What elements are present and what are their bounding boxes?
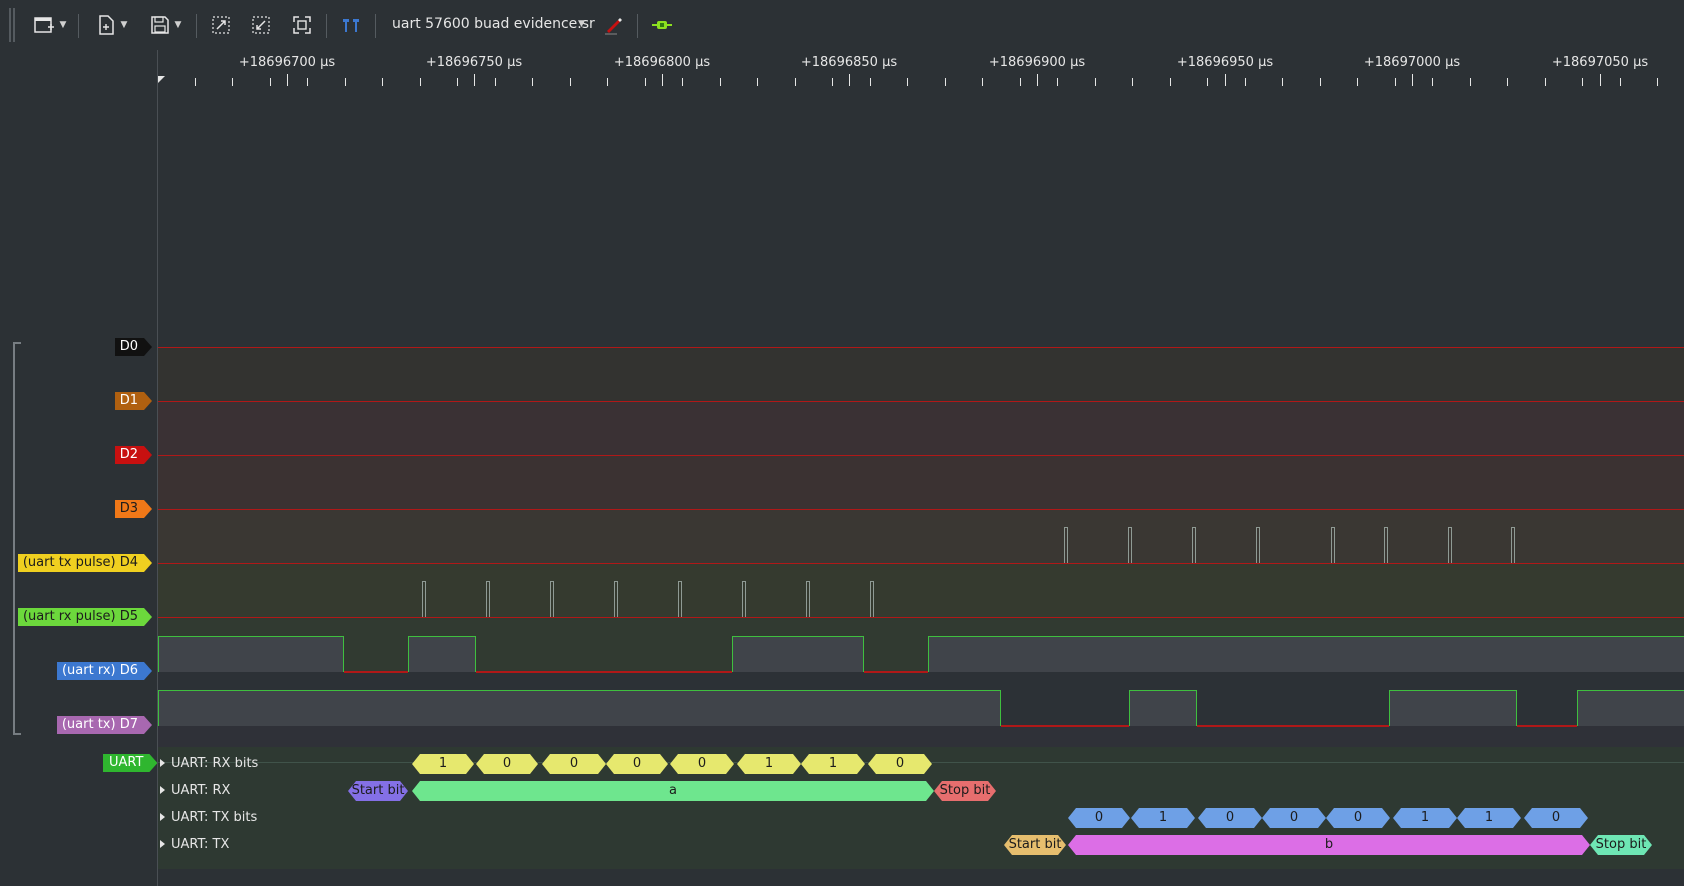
tx-low-segment — [1197, 725, 1389, 727]
d0-band — [158, 347, 1684, 401]
d4-band — [158, 563, 1684, 617]
tx-bit-box[interactable]: 1 — [1131, 808, 1195, 828]
channel-label-d4[interactable]: (uart tx pulse) D4 — [18, 554, 152, 572]
rx-pulse — [742, 581, 746, 617]
d4-low-line — [158, 563, 1684, 564]
rx-low-segment — [476, 671, 732, 673]
open-file-icon — [98, 15, 114, 35]
rx-bit-box[interactable]: 0 — [670, 754, 734, 774]
tx-stop-bit[interactable]: Stop bit — [1590, 835, 1652, 855]
tx-data-byte[interactable]: b — [1068, 835, 1590, 855]
tx-bit-box[interactable]: 0 — [1524, 808, 1588, 828]
tx-bit-box[interactable]: 0 — [1262, 808, 1326, 828]
tx-pulse — [1511, 527, 1515, 563]
tx-bit-box[interactable]: 1 — [1393, 808, 1457, 828]
decoder-row-label: UART: RX — [171, 783, 231, 798]
tx-bit-box[interactable]: 0 — [1198, 808, 1262, 828]
tx-pulse — [1448, 527, 1452, 563]
rx-bit-box[interactable]: 0 — [476, 754, 538, 774]
rx-low-segment — [344, 671, 408, 673]
decoder-row-tx[interactable]: UART: TX — [160, 837, 229, 852]
tx-high-segment — [1577, 690, 1684, 726]
tx-start-bit[interactable]: Start bit — [1004, 835, 1066, 855]
rx-bit-box[interactable]: 1 — [412, 754, 474, 774]
decoder-row-rx-bits[interactable]: UART: RX bits — [160, 756, 258, 771]
toolbar-grip[interactable] — [9, 8, 15, 42]
decoder-row-label: UART: TX bits — [171, 810, 258, 825]
tx-pulse — [1256, 527, 1260, 563]
channel-label-d6[interactable]: (uart rx) D6 — [57, 662, 152, 680]
tx-pulse — [1064, 527, 1068, 563]
tx-low-segment — [1517, 725, 1577, 727]
tx-pulse — [1192, 527, 1196, 563]
d0-low-line — [158, 347, 1684, 348]
rx-bit-box[interactable]: 0 — [868, 754, 932, 774]
rx-low-segment — [864, 671, 928, 673]
new-view-button[interactable]: ▼ — [28, 10, 72, 40]
trace-area[interactable] — [158, 0, 1684, 886]
channel-label-d7[interactable]: (uart tx) D7 — [57, 716, 152, 734]
rx-pulse — [678, 581, 682, 617]
rx-high-segment — [928, 636, 1684, 672]
rx-bit-box[interactable]: 0 — [606, 754, 668, 774]
chevron-down-icon[interactable]: ▼ — [121, 20, 128, 30]
open-button[interactable]: ▼ — [90, 10, 134, 40]
d2-low-line — [158, 455, 1684, 456]
channel-group-bracket — [13, 342, 21, 735]
tx-high-segment — [1389, 690, 1517, 726]
channel-label-d1[interactable]: D1 — [115, 392, 152, 410]
new-view-icon — [33, 17, 54, 33]
decoder-row-label: UART: TX — [171, 837, 230, 852]
d3-low-line — [158, 509, 1684, 510]
tx-pulse — [1331, 527, 1335, 563]
rx-pulse — [870, 581, 874, 617]
decoder-label-uart[interactable]: UART — [103, 754, 157, 772]
rx-high-segment — [158, 636, 344, 672]
d1-low-line — [158, 401, 1684, 402]
tx-bit-box[interactable]: 0 — [1068, 808, 1130, 828]
channel-label-d3[interactable]: D3 — [115, 500, 152, 518]
tx-high-segment — [158, 690, 1001, 726]
rx-high-segment — [408, 636, 476, 672]
tx-high-segment — [1129, 690, 1197, 726]
d5-low-line-2 — [158, 617, 1684, 618]
chevron-down-icon[interactable]: ▼ — [60, 20, 67, 30]
tx-bit-box[interactable]: 0 — [1326, 808, 1390, 828]
rx-high-segment — [732, 636, 864, 672]
rx-bit-box[interactable]: 1 — [801, 754, 865, 774]
tx-bit-box[interactable]: 1 — [1457, 808, 1521, 828]
rx-pulse — [422, 581, 426, 617]
d3-band — [158, 509, 1684, 563]
channel-label-d2[interactable]: D2 — [115, 446, 152, 464]
rx-pulse — [806, 581, 810, 617]
rx-bit-box[interactable]: 0 — [542, 754, 606, 774]
d2-band — [158, 455, 1684, 509]
rx-bit-box[interactable]: 1 — [737, 754, 801, 774]
tx-pulse — [1384, 527, 1388, 563]
decoder-row-tx-bits[interactable]: UART: TX bits — [160, 810, 257, 825]
channel-label-d5[interactable]: (uart rx pulse) D5 — [18, 608, 152, 626]
d1-band — [158, 401, 1684, 455]
toolbar-separator — [78, 14, 79, 38]
tx-low-segment — [1001, 725, 1129, 727]
decoder-row-label: UART: RX bits — [171, 756, 259, 771]
rx-pulse — [614, 581, 618, 617]
rx-pulse — [550, 581, 554, 617]
rx-pulse — [486, 581, 490, 617]
decoder-row-rx[interactable]: UART: RX — [160, 783, 230, 798]
rx-stop-bit[interactable]: Stop bit — [934, 781, 996, 801]
rx-start-bit[interactable]: Start bit — [348, 781, 408, 801]
tx-pulse — [1128, 527, 1132, 563]
channel-label-d0[interactable]: D0 — [115, 338, 152, 356]
rx-data-byte[interactable]: a — [412, 781, 934, 801]
